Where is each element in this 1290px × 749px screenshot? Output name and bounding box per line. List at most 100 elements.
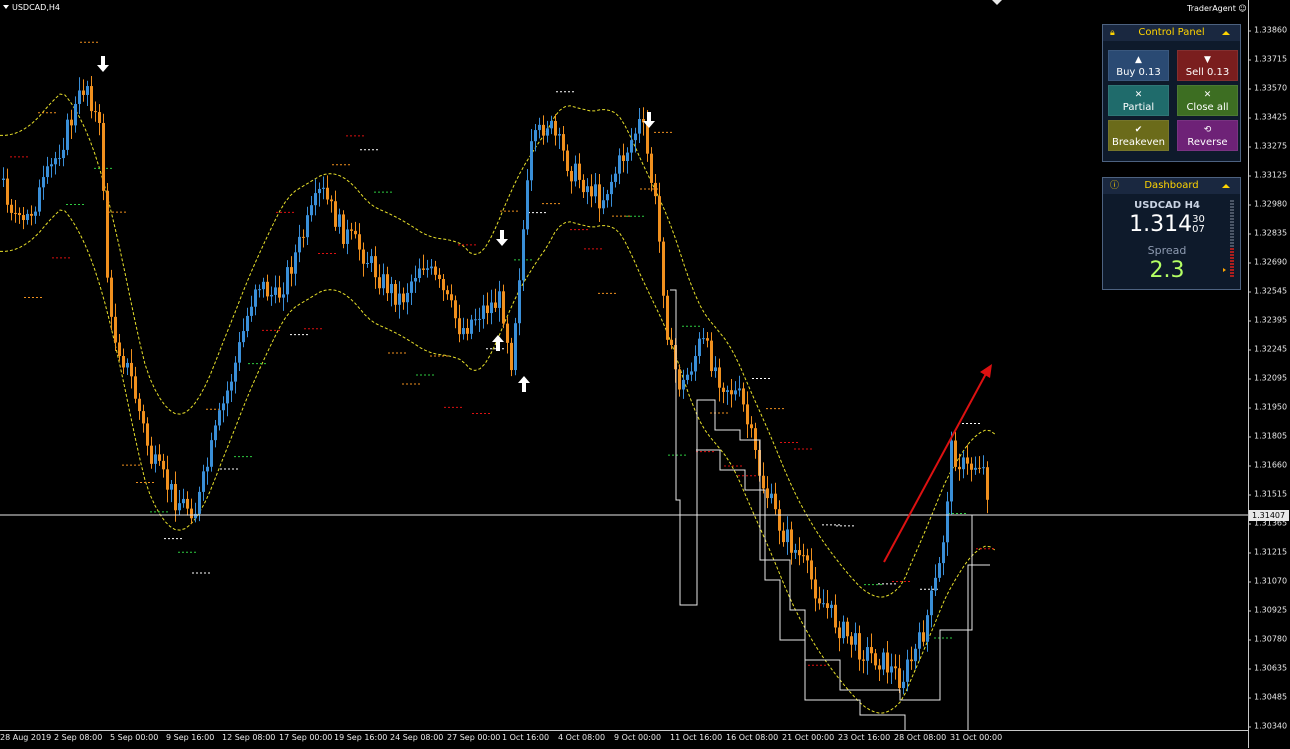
candle-body (262, 281, 265, 290)
candle-body (214, 425, 217, 441)
candle-body (638, 119, 641, 134)
candle-body (454, 300, 457, 319)
candle-body (122, 356, 125, 368)
candle-body (574, 163, 577, 182)
candle-body (522, 229, 525, 281)
smiley-icon: ☺ (1238, 4, 1247, 13)
lower-envelope-line (0, 209, 996, 714)
candle-body (142, 411, 145, 424)
candle-body (322, 187, 325, 189)
candle-body (394, 283, 397, 305)
candle-body (954, 440, 957, 467)
partial-button[interactable]: ✕ Partial (1108, 85, 1169, 116)
collapse-caret-icon[interactable] (1222, 31, 1230, 35)
spread-label: Spread (1147, 244, 1187, 257)
candle-body (622, 155, 625, 162)
candle-body (982, 467, 985, 469)
candle-body (986, 467, 989, 500)
candle-body (806, 555, 809, 561)
reverse-button[interactable]: ⟲ Reverse (1177, 120, 1238, 151)
meter-segment (1230, 209, 1234, 211)
candle-body (898, 668, 901, 689)
candle-body (418, 268, 421, 279)
candle-body (210, 440, 213, 467)
price-tick-label: 1.32095 (1247, 373, 1288, 383)
candle-body (962, 457, 965, 470)
control-panel-header[interactable]: 🔒︎ Control Panel (1103, 25, 1240, 41)
candle-body (570, 170, 573, 182)
candle-body (374, 256, 377, 278)
time-tick-label: 1 Oct 16:00 (502, 733, 550, 742)
candle-body (738, 388, 741, 391)
sell-button[interactable]: ▼ Sell 0.13 (1177, 50, 1238, 81)
candle-body (558, 134, 561, 136)
price-chart[interactable] (0, 0, 1248, 730)
candle-body (362, 249, 365, 264)
price-tick-label: 1.30925 (1247, 605, 1288, 615)
time-axis[interactable]: 28 Aug 2019 2 Sep 08:00 5 Sep 00:00 9 Sep 1… (0, 730, 1248, 749)
candle-body (442, 279, 445, 291)
candle-body (690, 371, 693, 375)
chart-shift-marker-icon[interactable] (992, 0, 1002, 5)
time-tick-label: 4 Oct 08:00 (558, 733, 606, 742)
candle-body (602, 200, 605, 209)
symbol-label: USDCAD,H4 (3, 3, 60, 12)
meter-pointer-icon (1223, 268, 1226, 272)
price-tick-label: 1.32545 (1247, 286, 1288, 296)
candle-body (134, 376, 137, 399)
price-axis[interactable]: 1.33860 1.33715 1.33570 1.33425 1.33275 1.331… (1247, 0, 1290, 748)
candle-body (174, 484, 177, 511)
candle-body (842, 621, 845, 639)
candle-body (150, 445, 153, 464)
candle-body (462, 328, 465, 335)
meter-segment (1230, 200, 1234, 202)
candle-body (294, 252, 297, 274)
price-tick-label: 1.31805 (1247, 431, 1288, 441)
dashboard-title: Dashboard (1144, 180, 1199, 191)
candle-body (182, 498, 185, 504)
chart-area[interactable] (0, 0, 1248, 730)
candle-body (634, 133, 637, 141)
candle-body (718, 367, 721, 388)
meter-segment (1230, 227, 1234, 229)
candle-body (530, 141, 533, 181)
breakeven-button[interactable]: ✔ Breakeven (1108, 120, 1169, 151)
candle-body (402, 293, 405, 303)
candle-body (914, 648, 917, 662)
candle-body (506, 323, 509, 343)
meter-segment (1230, 251, 1234, 253)
candle-body (626, 152, 629, 162)
meter-segment (1230, 272, 1234, 274)
symbol-menu-icon[interactable] (3, 5, 9, 9)
candle-body (926, 615, 929, 642)
candle-body (378, 277, 381, 289)
close-all-button[interactable]: ✕ Close all (1177, 85, 1238, 116)
price-tick-label: 1.33425 (1247, 112, 1288, 122)
candle-body (586, 186, 589, 193)
candle-body (938, 563, 941, 578)
price-tick-label: 1.31515 (1247, 489, 1288, 499)
candle-body (50, 164, 53, 167)
candle-body (886, 652, 889, 673)
control-panel-title: Control Panel (1138, 27, 1205, 38)
dashboard-header[interactable]: ⓘ Dashboard (1103, 178, 1240, 194)
meter-segment (1230, 206, 1234, 208)
candle-body (62, 149, 65, 159)
candle-body (206, 466, 209, 472)
info-icon: ⓘ (1110, 181, 1120, 191)
buy-button[interactable]: ▲ Buy 0.13 (1108, 50, 1169, 81)
candle-body (474, 319, 477, 321)
candle-body (894, 666, 897, 669)
partial-button-label: Partial (1122, 102, 1155, 113)
candle-body (490, 302, 493, 314)
candle-body (258, 289, 261, 291)
candle-body (14, 212, 17, 214)
buy-button-label: Buy 0.13 (1116, 67, 1161, 78)
candle-body (802, 555, 805, 557)
candle-body (822, 603, 825, 605)
candle-body (978, 467, 981, 469)
candle-body (734, 390, 737, 395)
price-tick-label: 1.31215 (1247, 547, 1288, 557)
collapse-caret-icon[interactable] (1222, 184, 1230, 188)
control-panel: 🔒︎ Control Panel ▲ Buy 0.13 ▼ Sell 0.13 … (1102, 24, 1241, 162)
